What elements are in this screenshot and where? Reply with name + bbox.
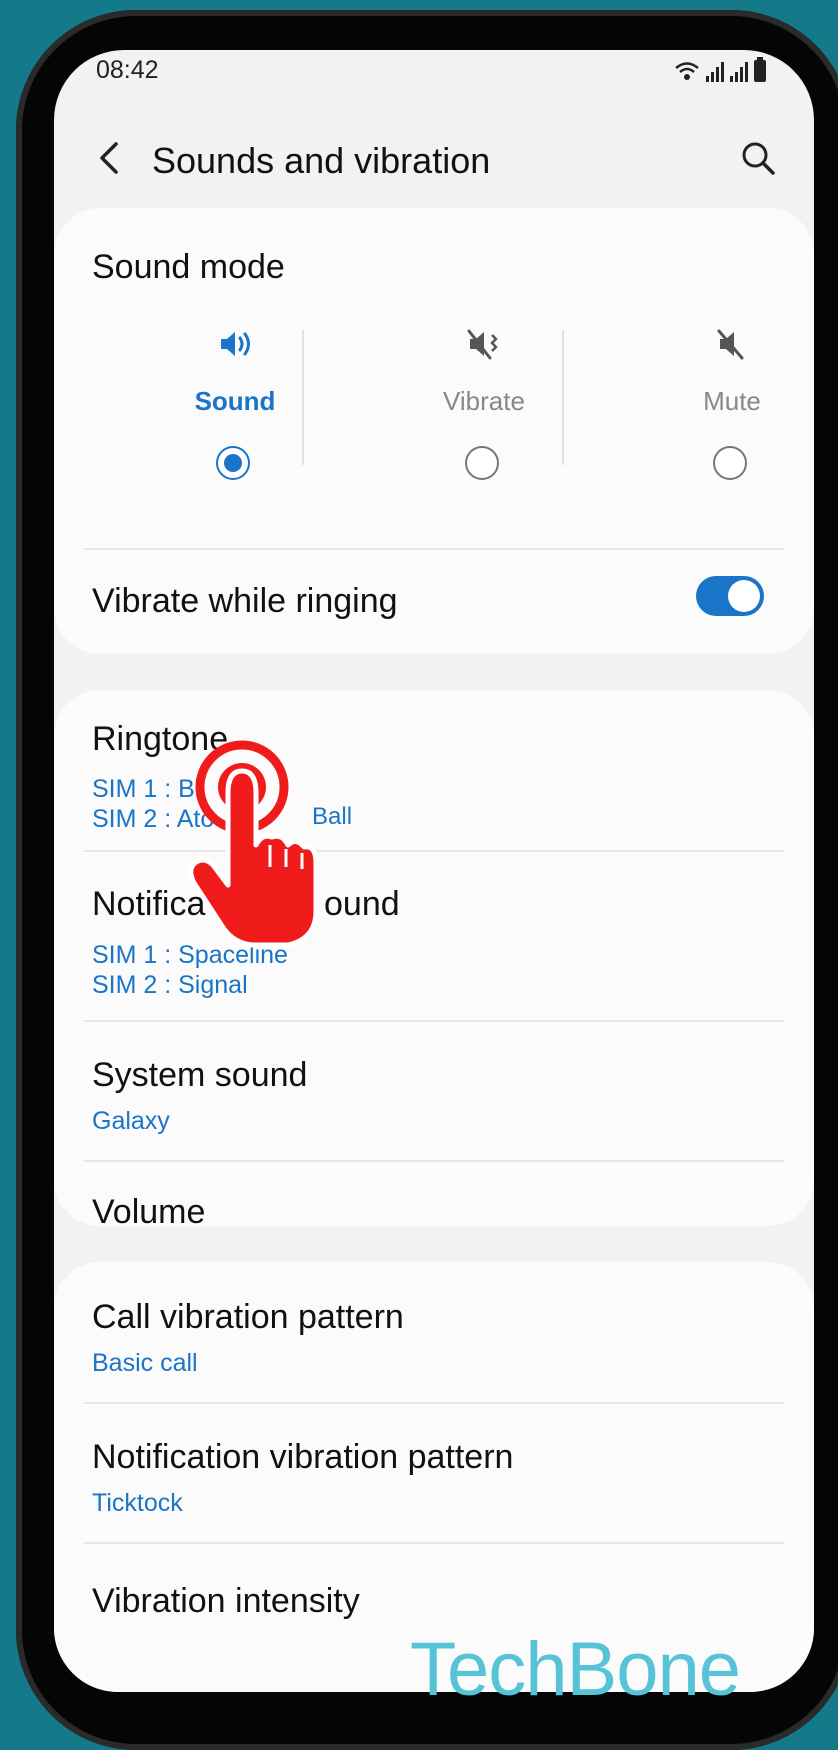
signal-sim1-icon xyxy=(706,60,724,82)
sound-radio[interactable] xyxy=(216,446,250,480)
volume-row[interactable]: Volume xyxy=(54,1160,814,1231)
page-title: Sounds and vibration xyxy=(152,140,491,181)
status-icons xyxy=(674,56,766,82)
call-vibration-pattern-value: Basic call xyxy=(92,1349,198,1377)
system-sound-row[interactable]: System sound Galaxy xyxy=(54,1020,814,1160)
search-icon[interactable] xyxy=(738,138,778,178)
sound-mode-title: Sound mode xyxy=(92,248,285,286)
screen: 08:42 Sounds and vibration Sound mode So… xyxy=(54,50,814,1692)
vibrate-radio[interactable] xyxy=(465,446,499,480)
call-vibration-pattern-label: Call vibration pattern xyxy=(92,1298,404,1336)
vibrate-while-ringing-toggle[interactable] xyxy=(696,576,764,616)
wifi-icon xyxy=(675,62,699,80)
sound-mode-vibrate-label: Vibrate xyxy=(443,386,525,416)
notification-vibration-pattern-row[interactable]: Notification vibration pattern Ticktock xyxy=(54,1402,814,1542)
app-bar: Sounds and vibration xyxy=(54,120,814,200)
sound-mode-options: Sound Vibrate Mute xyxy=(54,308,814,498)
notification-sound-label-tail: ound xyxy=(324,885,400,923)
vibrate-while-ringing-label: Vibrate while ringing xyxy=(92,582,398,620)
notification-vibration-pattern-value: Ticktock xyxy=(92,1489,183,1517)
toggle-knob xyxy=(728,580,760,612)
back-arrow-icon[interactable] xyxy=(90,138,130,178)
status-bar: 08:42 xyxy=(54,50,814,90)
ringtone-row[interactable]: Ringtone SIM 1 : Bl SIM 2 : Ato Ball xyxy=(54,690,814,850)
mute-icon xyxy=(717,329,744,360)
notification-sound-row[interactable]: Notifica ound SIM 1 : Spaceline SIM 2 : … xyxy=(54,850,814,1020)
sound-settings-card: Ringtone SIM 1 : Bl SIM 2 : Ato Ball Not… xyxy=(54,690,814,1231)
battery-icon xyxy=(754,57,766,82)
mute-radio[interactable] xyxy=(713,446,747,480)
tap-hand-icon xyxy=(188,740,319,948)
signal-sim2-icon xyxy=(730,60,748,82)
system-sound-label: System sound xyxy=(92,1056,308,1094)
system-sound-value: Galaxy xyxy=(92,1107,170,1135)
speaker-icon xyxy=(221,332,250,356)
call-vibration-pattern-row[interactable]: Call vibration pattern Basic call xyxy=(54,1262,814,1402)
vibrate-icon xyxy=(467,329,498,360)
watermark-logo: TechBone xyxy=(410,1627,741,1712)
mode-divider xyxy=(302,330,304,465)
notification-sound-sim2: SIM 2 : Signal xyxy=(92,971,248,999)
mode-divider xyxy=(562,330,564,465)
sound-mode-sound[interactable]: Sound xyxy=(120,308,350,498)
sound-mode-mute[interactable]: Mute xyxy=(617,308,814,498)
vibration-intensity-label: Vibration intensity xyxy=(92,1582,360,1620)
notification-vibration-pattern-label: Notification vibration pattern xyxy=(92,1438,514,1476)
sound-mode-card: Sound mode Sound Vibrate Mute Vibrate wh… xyxy=(54,208,814,654)
sound-mode-mute-label: Mute xyxy=(703,386,761,416)
sound-mode-vibrate[interactable]: Vibrate xyxy=(369,308,599,498)
volume-label: Volume xyxy=(92,1193,206,1231)
sound-mode-sound-label: Sound xyxy=(194,386,276,416)
status-time: 08:42 xyxy=(96,56,159,84)
